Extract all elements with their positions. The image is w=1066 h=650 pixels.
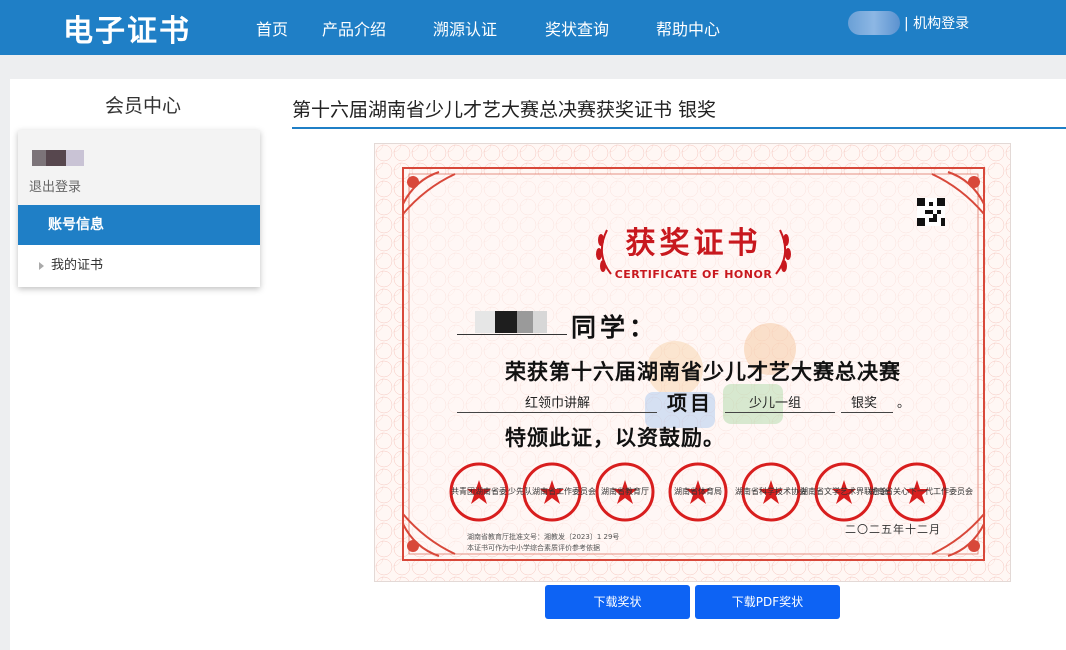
user-avatar-blur — [32, 150, 84, 166]
award-level: 银奖 — [851, 396, 878, 411]
certificate-student-label: 同学： — [571, 313, 659, 342]
logout-link[interactable]: 退出登录 — [29, 176, 81, 195]
top-header: 电子证书 首页 产品介绍 溯源认证 奖状查询 帮助中心 | 机构登录 — [0, 0, 1066, 55]
certificate-subtitle: CERTIFICATE OF HONOR — [614, 268, 773, 281]
seal-stamp: 湖南省科学技术协会 — [735, 462, 807, 522]
certificate-date: 二〇二五年十二月 — [845, 523, 941, 536]
certificate-event-line: 荣获第十六届湖南省少儿才艺大赛总决赛 — [505, 359, 901, 384]
project-name: 红领巾讲解 — [525, 396, 591, 411]
nav-award-query[interactable]: 奖状查询 — [545, 16, 609, 40]
project-underline — [457, 412, 657, 413]
site-logo[interactable]: 电子证书 — [63, 6, 191, 50]
seal-stamp: 湖南省文学艺术界联合会 — [800, 462, 888, 522]
footnote-line: 湖南省教育厅批准文号：湘教发〔2023〕1 29号 — [467, 533, 620, 541]
download-award-button[interactable]: 下载奖状 — [545, 585, 690, 619]
seal-caption: 湖南省关心下一代工作委员会 — [869, 487, 973, 496]
seal-stamp: 湖南省体育局 — [668, 462, 728, 522]
sidebar: 退出登录 账号信息 我的证书 — [18, 130, 260, 287]
certificate-image: 获奖证书 CERTIFICATE OF HONOR 同学： 荣获第十六届湖南省少… — [374, 143, 1011, 582]
sidebar-item-account-info[interactable]: 账号信息 — [18, 205, 260, 245]
end-mark: 。 — [897, 396, 911, 411]
seals-row: 共青团湖南省委 少先队湖南省工作委员会 湖南省教育厅 湖南省体育局 湖南省科学技… — [449, 462, 973, 526]
seal-stamp: 共青团湖南省委 — [449, 462, 509, 522]
seal-stamp: 湖南省教育厅 — [595, 462, 655, 522]
certificate-closing-line: 特颁此证，以资鼓励。 — [505, 425, 725, 450]
award-underline — [841, 412, 893, 413]
login-area: | 机构登录 — [848, 10, 969, 36]
footnote-line: 本证书可作为中小学综合素质评价参考依据 — [467, 544, 600, 552]
org-login-link[interactable]: | 机构登录 — [904, 13, 969, 33]
nav-help-center[interactable]: 帮助中心 — [656, 16, 720, 40]
title-divider — [292, 127, 1066, 129]
sidebar-title: 会员中心 — [104, 95, 181, 117]
nav-products[interactable]: 产品介绍 — [322, 16, 386, 40]
sidebar-item-label: 我的证书 — [51, 258, 104, 273]
caret-right-icon — [39, 262, 44, 270]
sidebar-item-my-certificates[interactable]: 我的证书 — [18, 245, 260, 287]
page-title: 第十六届湖南省少儿才艺大赛总决赛获奖证书 银奖 — [292, 99, 717, 121]
user-block: 退出登录 — [18, 130, 260, 205]
recipient-name-underline — [457, 334, 567, 335]
certificate-project-row: 红领巾讲解 项目 少儿一组 银奖 。 — [457, 389, 910, 415]
nav-trace-auth[interactable]: 溯源认证 — [433, 16, 497, 40]
group-underline — [725, 412, 835, 413]
recipient-name-blur — [467, 311, 557, 333]
nav-home[interactable]: 首页 — [256, 16, 288, 40]
download-pdf-award-button[interactable]: 下载PDF奖状 — [695, 585, 840, 619]
group-name: 少儿一组 — [749, 396, 802, 411]
seal-stamp: 湖南省关心下一代工作委员会 — [869, 462, 973, 522]
project-label: 项目 — [667, 391, 713, 415]
username-blur — [848, 11, 900, 35]
seal-stamp: 少先队湖南省工作委员会 — [508, 462, 596, 522]
certificate-title: 获奖证书 — [625, 226, 762, 261]
certificate-footnote: 湖南省教育厅批准文号：湘教发〔2023〕1 29号 本证书可作为中小学综合素质评… — [467, 532, 619, 554]
